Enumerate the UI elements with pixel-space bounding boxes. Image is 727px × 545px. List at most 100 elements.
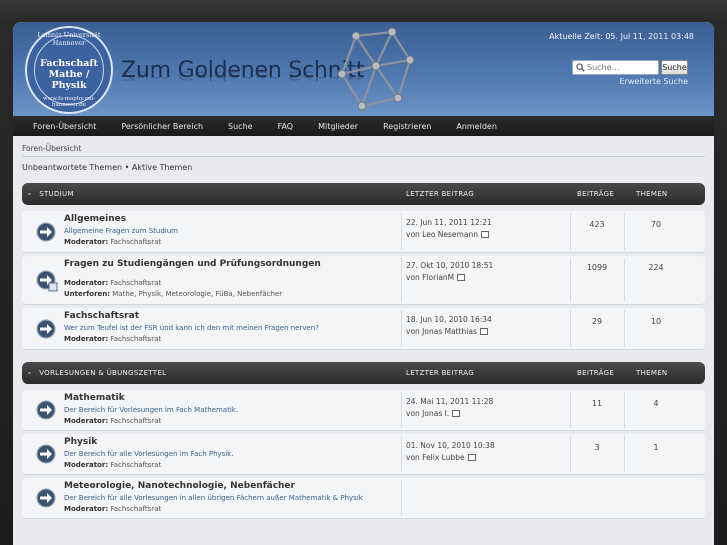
nav-forum-index[interactable]: Foren-Übersicht xyxy=(33,122,96,131)
forum-row[interactable]: Fachschaftsrat Wer zum Teufel ist der FS… xyxy=(22,308,705,350)
active-topics-link[interactable]: Aktive Themen xyxy=(132,163,192,172)
moderator-label: Moderator: xyxy=(64,279,109,287)
forum-name[interactable]: Physik xyxy=(64,437,97,447)
search-field[interactable] xyxy=(572,60,659,75)
forum-description: Der Bereich für alle Vorlesungen in alle… xyxy=(64,494,363,502)
column-divider xyxy=(570,213,571,250)
moderator-name[interactable]: Fachschaftsrat xyxy=(110,461,161,469)
last-post-author: von Leo Nesemann xyxy=(406,230,489,239)
current-time: Aktuelle Zeit: 05. Jul 11, 2011 03:48 xyxy=(549,32,694,41)
unanswered-topics-link[interactable]: Unbeantwortete Themen xyxy=(22,163,122,172)
forum-row[interactable]: Allgemeines Allgemeine Fragen zum Studiu… xyxy=(22,211,705,253)
forum-moderator: Moderator: Fachschaftsrat xyxy=(64,279,161,287)
column-divider xyxy=(570,392,571,428)
view-latest-post-icon[interactable] xyxy=(480,231,489,238)
column-divider xyxy=(401,310,402,347)
last-post-date: 24. Mai 11, 2011 11:28 xyxy=(406,397,494,406)
moderator-label: Moderator: xyxy=(64,335,109,343)
view-latest-post-icon[interactable] xyxy=(467,454,476,461)
forum-row[interactable]: Mathematik Der Bereich für Vorlesungen i… xyxy=(22,390,705,431)
view-latest-post-icon[interactable] xyxy=(479,328,488,335)
last-post-author-name[interactable]: von Jonas I. xyxy=(406,409,449,418)
column-divider xyxy=(401,213,402,250)
subforums-label: Unterforen: xyxy=(64,290,111,298)
category-bullet-icon: - xyxy=(28,369,32,377)
moderator-name[interactable]: Fachschaftsrat xyxy=(110,335,161,343)
column-divider xyxy=(570,436,571,472)
moderator-name[interactable]: Fachschaftsrat xyxy=(110,505,161,513)
forum-row[interactable]: Physik Der Bereich für alle Vorlesungen … xyxy=(22,434,705,475)
logo-ring-top-text: Leibniz Universität Hannover xyxy=(37,31,101,47)
fachschaft-logo[interactable]: Leibniz Universität Hannover Fachschaft … xyxy=(25,26,113,114)
category-title[interactable]: STUDIUM xyxy=(39,190,74,198)
advanced-search-link[interactable]: Erweiterte Suche xyxy=(619,77,688,86)
forum-description: Der Bereich für alle Vorlesungen im Fach… xyxy=(64,450,234,458)
moderator-name[interactable]: Fachschaftsrat xyxy=(110,279,161,287)
forum-description: Wer zum Teufel ist der FSR und kann ich … xyxy=(64,324,319,332)
forum-row[interactable]: Fragen zu Studiengängen und Prüfungsordn… xyxy=(22,256,705,305)
nav-members[interactable]: Mitglieder xyxy=(318,122,358,131)
forum-description: Allgemeine Fragen zum Studium xyxy=(64,227,178,235)
moderator-name[interactable]: Fachschaftsrat xyxy=(110,238,161,246)
post-count: 3 xyxy=(594,443,600,452)
forum-name[interactable]: Fragen zu Studiengängen und Prüfungsordn… xyxy=(64,259,321,269)
breadcrumb-divider xyxy=(22,156,705,157)
last-post-author-name[interactable]: von Jonas Matthias xyxy=(406,327,477,336)
last-post-date: 27. Okt 10, 2010 18:51 xyxy=(406,261,494,270)
view-latest-post-icon[interactable] xyxy=(457,274,466,281)
moderator-label: Moderator: xyxy=(64,505,109,513)
last-post-author: von Jonas Matthias xyxy=(406,327,488,336)
category-header: - VORLESUNGEN & ÜBUNGSZETTEL LETZTER BEI… xyxy=(22,362,705,384)
forum-name[interactable]: Fachschaftsrat xyxy=(64,311,139,321)
post-count: 1099 xyxy=(586,263,608,272)
forum-row[interactable]: Meteorologie, Nanotechnologie, Nebenfäch… xyxy=(22,478,705,519)
search-input[interactable] xyxy=(587,63,657,72)
last-post-author-name[interactable]: von Felix Lubbe xyxy=(406,453,465,462)
forum-read-arrow-icon xyxy=(36,488,56,508)
polyhedron-icon xyxy=(337,27,415,111)
breadcrumb[interactable]: Foren-Übersicht xyxy=(22,144,705,156)
column-divider xyxy=(401,436,402,472)
column-divider xyxy=(624,310,625,347)
column-posts: BEITRÄGE xyxy=(577,369,615,377)
logo-title: Fachschaft Mathe / Physik xyxy=(35,58,103,91)
forum-name[interactable]: Meteorologie, Nanotechnologie, Nebenfäch… xyxy=(64,481,295,491)
main-content: Foren-Übersicht Unbeantwortete Themen • … xyxy=(13,144,714,519)
forum-name[interactable]: Mathematik xyxy=(64,393,125,403)
column-divider xyxy=(570,310,571,347)
nav-faq[interactable]: FAQ xyxy=(278,122,294,131)
last-post-author-name[interactable]: von FlorianM xyxy=(406,273,454,282)
quick-links-separator: • xyxy=(124,163,130,172)
forum-moderator: Moderator: Fachschaftsrat xyxy=(64,335,161,343)
column-divider xyxy=(624,213,625,250)
last-post-date: 18. Jun 10, 2010 16:34 xyxy=(406,315,492,324)
forum-description: Der Bereich für Vorlesungen im Fach Math… xyxy=(64,406,239,414)
category-vorlesungen: - VORLESUNGEN & ÜBUNGSZETTEL LETZTER BEI… xyxy=(22,362,705,384)
main-nav: Foren-Übersicht Persönlicher Bereich Suc… xyxy=(13,116,714,136)
last-post-author: von Jonas I. xyxy=(406,409,461,418)
column-divider xyxy=(570,258,571,302)
last-post-author: von Felix Lubbe xyxy=(406,453,476,462)
search-button[interactable]: Suche xyxy=(661,60,688,75)
category-title[interactable]: VORLESUNGEN & ÜBUNGSZETTEL xyxy=(39,369,166,377)
logo-ring-bottom-text: www.fs-maphy.uni-hannover.de xyxy=(42,96,96,108)
logo-title-line2: Mathe / Physik xyxy=(48,69,90,91)
column-topics: THEMEN xyxy=(636,369,668,377)
topic-count: 70 xyxy=(650,220,662,229)
last-post-date: 01. Nov 10, 2010 10:38 xyxy=(406,441,495,450)
nav-login[interactable]: Anmelden xyxy=(456,122,497,131)
post-count: 29 xyxy=(591,317,603,326)
nav-user-control-panel[interactable]: Persönlicher Bereich xyxy=(121,122,203,131)
view-latest-post-icon[interactable] xyxy=(452,410,461,417)
page-frame: Leibniz Universität Hannover Fachschaft … xyxy=(13,22,714,545)
forum-moderator: Moderator: Fachschaftsrat xyxy=(64,505,161,513)
subforum-links[interactable]: Mathe, Physik, Meteorologie, FüBa, Neben… xyxy=(112,290,282,298)
nav-register[interactable]: Registrieren xyxy=(383,122,431,131)
forum-subforums: Unterforen: Mathe, Physik, Meteorologie,… xyxy=(64,290,282,298)
last-post-author-name[interactable]: von Leo Nesemann xyxy=(406,230,478,239)
forum-read-arrow-icon xyxy=(36,222,56,242)
moderator-name[interactable]: Fachschaftsrat xyxy=(110,417,161,425)
forum-name[interactable]: Allgemeines xyxy=(64,214,126,224)
nav-search[interactable]: Suche xyxy=(228,122,253,131)
topic-count: 1 xyxy=(653,443,659,452)
